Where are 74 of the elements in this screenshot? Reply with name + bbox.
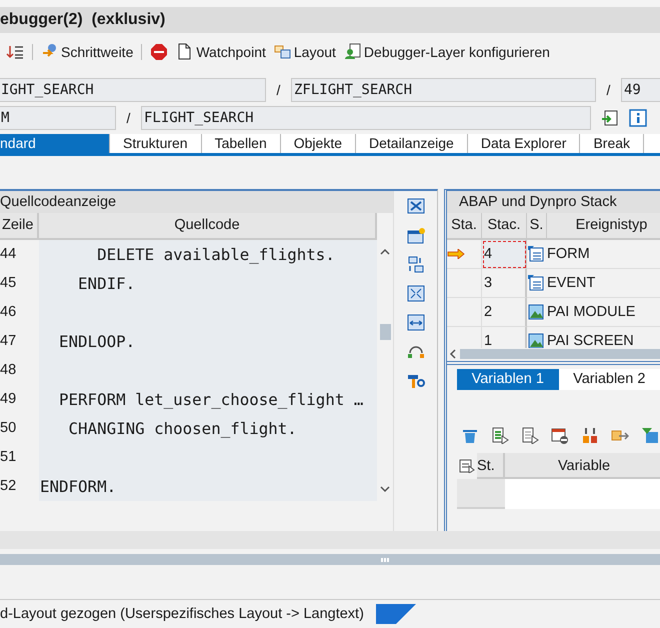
scroll-up-icon[interactable] bbox=[379, 248, 391, 256]
toolbar-button[interactable]: Schrittweite bbox=[41, 43, 134, 60]
info-icon[interactable] bbox=[629, 108, 647, 127]
column-header[interactable]: Sta. bbox=[447, 212, 482, 240]
table-cell[interactable]: 3 bbox=[482, 268, 527, 298]
panel-title: ABAP und Dynpro Stack bbox=[447, 190, 660, 213]
column-header[interactable]: Ereignistyp bbox=[547, 212, 660, 240]
tab[interactable]: Tabellen bbox=[202, 134, 281, 153]
column-header[interactable]: Quellcode bbox=[39, 212, 377, 240]
document-arrow-icon[interactable] bbox=[491, 427, 509, 444]
separator-text: / bbox=[276, 82, 282, 98]
tab[interactable]: Detailanzeige bbox=[356, 134, 468, 153]
width-icon[interactable] bbox=[406, 314, 424, 331]
table-cell[interactable]: 2 bbox=[482, 298, 527, 327]
input-field[interactable]: M bbox=[0, 106, 116, 130]
scroll-left-icon[interactable] bbox=[449, 348, 457, 359]
separator-text: / bbox=[126, 110, 132, 126]
arrow-icon bbox=[447, 248, 465, 259]
filter-icon[interactable] bbox=[641, 427, 659, 444]
tab[interactable]: Variablen 1 bbox=[457, 368, 558, 390]
scroll-down-icon[interactable] bbox=[379, 484, 391, 493]
user-layer-icon bbox=[344, 43, 361, 60]
scrollbar-thumb[interactable] bbox=[460, 348, 660, 359]
document-arrow-icon[interactable] bbox=[521, 427, 539, 444]
remove-row-icon[interactable] bbox=[551, 427, 569, 444]
tab[interactable]: Strukturen bbox=[110, 134, 202, 153]
logo-icon bbox=[376, 604, 416, 624]
merge-icon[interactable] bbox=[581, 427, 599, 444]
toolbar-button[interactable]: Watchpoint bbox=[176, 43, 266, 60]
column-header[interactable]: Zeile bbox=[0, 212, 39, 240]
table-cell: EVENT bbox=[547, 268, 660, 298]
image-icon bbox=[527, 303, 544, 320]
separator-text: / bbox=[606, 82, 612, 98]
table-cell bbox=[457, 478, 477, 509]
sort-icon[interactable] bbox=[6, 44, 24, 60]
scrollbar-thumb[interactable] bbox=[380, 324, 391, 340]
column-header[interactable]: Variable bbox=[505, 452, 660, 479]
tab[interactable]: Objekte bbox=[280, 134, 356, 153]
input-field[interactable]: FLIGHT_SEARCH bbox=[141, 106, 591, 130]
swap-icon[interactable] bbox=[406, 256, 424, 273]
column-header[interactable]: St. bbox=[477, 452, 505, 479]
program-icon bbox=[527, 245, 544, 262]
column-settings-icon[interactable] bbox=[459, 458, 475, 473]
table-cell: PAI SCREEN bbox=[547, 326, 660, 348]
toolbar-button[interactable]: Debugger-Layer konfigurieren bbox=[344, 43, 550, 60]
table-cell bbox=[477, 478, 505, 509]
input-field[interactable]: ZFLIGHT_SEARCH bbox=[291, 78, 596, 102]
table-cell: PAI MODULE bbox=[547, 298, 660, 327]
grip-icon[interactable] bbox=[380, 556, 390, 563]
table-cell: FORM bbox=[547, 240, 660, 269]
column-header[interactable]: Stac. bbox=[482, 212, 527, 240]
stop-icon[interactable] bbox=[150, 42, 168, 61]
trash-icon[interactable] bbox=[461, 427, 479, 444]
tab[interactable]: Data Explorer bbox=[468, 134, 580, 153]
panel-title: Quellcodeanzeige bbox=[0, 190, 393, 213]
image-icon bbox=[527, 332, 544, 348]
program-icon bbox=[527, 274, 544, 292]
import-icon[interactable] bbox=[601, 108, 619, 127]
layout-icon bbox=[274, 43, 291, 60]
input-field[interactable]: 49 bbox=[621, 78, 660, 102]
document-icon bbox=[176, 43, 194, 60]
status-message: d-Layout gezogen (Userspezifisches Layout -> Langtext) bbox=[0, 606, 364, 622]
column-header[interactable]: S. bbox=[527, 212, 547, 240]
table-cell[interactable]: 1 bbox=[482, 326, 527, 348]
close-icon[interactable] bbox=[406, 198, 424, 215]
tab[interactable]: Break bbox=[580, 134, 644, 153]
tab[interactable]: Variablen 2 bbox=[558, 368, 660, 390]
input-field[interactable]: IGHT_SEARCH bbox=[0, 78, 266, 102]
window-title: ebugger(2) (exklusiv) bbox=[0, 10, 166, 29]
table-cell[interactable]: 4 bbox=[482, 240, 527, 269]
expand-icon[interactable] bbox=[406, 284, 424, 302]
tab[interactable]: ndard bbox=[0, 134, 110, 153]
toolbar-button[interactable]: Layout bbox=[274, 43, 336, 60]
new-window-icon[interactable] bbox=[406, 226, 424, 244]
